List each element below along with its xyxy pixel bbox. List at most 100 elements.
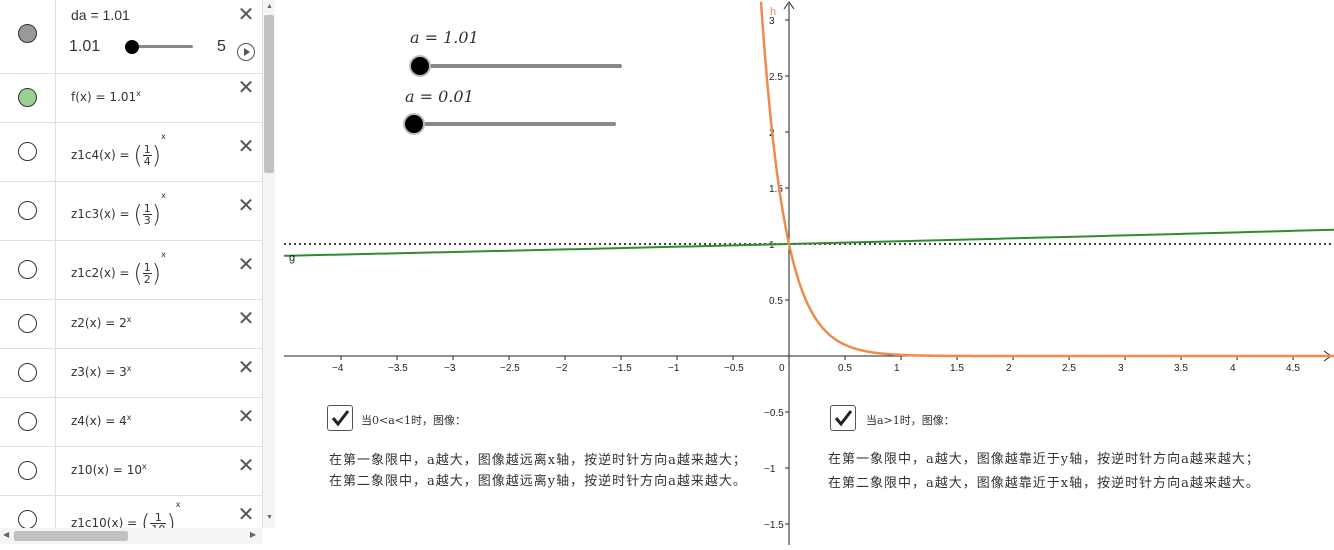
paren: ) <box>151 200 162 228</box>
exponent: x <box>142 461 147 471</box>
paren: ( <box>140 509 151 528</box>
visibility-toggle[interactable] <box>18 201 37 220</box>
fraction: 14 <box>142 142 152 168</box>
slider-handle-a1[interactable] <box>411 57 429 75</box>
checkbox-case-a-greater-1[interactable] <box>830 405 856 431</box>
slider-handle-da[interactable] <box>125 40 139 54</box>
base: 10 <box>126 462 143 477</box>
x-tick-label: −2 <box>556 363 568 374</box>
x-tick-label: −2.5 <box>500 363 520 374</box>
visibility-toggle[interactable] <box>18 363 37 382</box>
visibility-toggle[interactable] <box>18 412 37 431</box>
function-definition[interactable]: z1c10(x) = (110)x <box>71 500 180 529</box>
delete-icon[interactable]: ✕ <box>236 455 256 475</box>
function-name: z1c4(x) <box>71 147 116 162</box>
paren: ( <box>133 141 143 169</box>
algebra-row[interactable]: z1c2(x) = (1 2)x ✕ <box>0 240 262 300</box>
algebra-row[interactable]: z10(x) = 10x ✕ <box>0 446 262 496</box>
slider-track-a2[interactable] <box>412 122 616 126</box>
function-definition[interactable]: z3(x) = 3x <box>71 364 131 379</box>
checkbox-label-a-greater-1: 当a>1时，图像： <box>866 414 955 427</box>
x-tick-label: −3.5 <box>388 363 408 374</box>
x-tick-label: 2 <box>1006 363 1012 374</box>
function-definition[interactable]: z10(x) = 10x <box>71 462 147 477</box>
numerator: 1 <box>142 142 152 156</box>
function-name: z4(x) <box>71 413 102 428</box>
x-tick-label: −1 <box>668 363 680 374</box>
algebra-row[interactable]: z3(x) = 3x ✕ <box>0 348 262 398</box>
base: 2 <box>119 315 127 330</box>
denominator: 3 <box>143 213 151 227</box>
checkbox-case-a-less-1[interactable] <box>327 405 353 431</box>
curve-f[interactable] <box>283 228 1334 257</box>
scrollbar-thumb[interactable] <box>14 531 128 541</box>
x-tick-label: 1.5 <box>950 363 964 374</box>
equals-sign: = <box>109 462 127 477</box>
visibility-toggle[interactable] <box>18 314 37 333</box>
delete-icon[interactable]: ✕ <box>236 4 256 24</box>
algebra-row[interactable]: z1c10(x) = (110)x ✕ <box>0 495 262 528</box>
delete-icon[interactable]: ✕ <box>236 406 256 426</box>
numerator: 1 <box>142 260 152 274</box>
x-tick-label: 0 <box>779 363 785 374</box>
y-tick-label: −0.5 <box>764 408 784 419</box>
play-animation-icon[interactable] <box>237 43 255 61</box>
function-definition[interactable]: z1c2(x) = (1 2)x <box>71 250 166 288</box>
delete-icon[interactable]: ✕ <box>236 308 256 328</box>
denominator: 2 <box>143 272 151 286</box>
algebra-row[interactable]: f(x) = 1.01x ✕ <box>0 73 262 123</box>
scrollbar-thumb[interactable] <box>264 15 274 173</box>
graphics-view[interactable]: −4 −3.5 −3 −2.5 −2 −1.5 −1 −0.5 0 0.5 1 1.5 2 2.5 3 3.5… <box>283 0 1334 545</box>
visibility-toggle-da[interactable] <box>18 24 37 43</box>
denominator: 4 <box>143 154 151 168</box>
slider-track-a1[interactable] <box>418 64 622 68</box>
x-tick-label: −1.5 <box>612 363 632 374</box>
row-body: z1c2(x) = (1 2)x <box>55 240 262 299</box>
equals-sign: = <box>101 315 120 330</box>
algebra-row[interactable]: z2(x) = 2x ✕ <box>0 299 262 349</box>
curve-h[interactable] <box>759 1 1334 358</box>
x-tick-label: 0.5 <box>838 363 852 374</box>
algebra-row[interactable]: z1c3(x) = (1 3)x ✕ <box>0 181 262 241</box>
algebra-row[interactable]: z1c4(x) = (1 4)x ✕ <box>0 122 262 182</box>
fraction: 12 <box>142 260 152 286</box>
visibility-toggle[interactable] <box>18 260 37 279</box>
row-body: z1c3(x) = (1 3)x <box>55 181 262 240</box>
algebra-row-da[interactable]: da = 1.01 1.01 5 ✕ <box>0 0 262 74</box>
y-tick-label: 0.5 <box>769 296 783 307</box>
function-definition[interactable]: z1c3(x) = (1 3)x <box>71 191 166 229</box>
fraction: 13 <box>142 203 152 227</box>
delete-icon[interactable]: ✕ <box>236 195 256 215</box>
function-name: z1c3(x) <box>71 206 116 221</box>
visibility-toggle[interactable] <box>18 142 37 161</box>
row-body: da = 1.01 1.01 5 <box>55 0 262 73</box>
function-definition[interactable]: z1c4(x) = (1 4)x <box>71 132 166 170</box>
delete-icon[interactable]: ✕ <box>236 136 256 156</box>
algebra-row[interactable]: z4(x) = 4x ✕ <box>0 397 262 447</box>
visibility-toggle[interactable] <box>18 88 37 107</box>
paren: ) <box>151 259 162 287</box>
visibility-toggle[interactable] <box>18 510 37 528</box>
function-definition[interactable]: z4(x) = 4x <box>71 413 131 428</box>
delete-icon[interactable]: ✕ <box>236 254 256 274</box>
slider-definition-da[interactable]: da = 1.01 <box>71 7 130 23</box>
algebra-vertical-scrollbar[interactable]: ▲ ▼ <box>263 0 275 528</box>
delete-icon[interactable]: ✕ <box>236 357 256 377</box>
exponent: x <box>161 131 166 141</box>
base: 4 <box>119 413 127 428</box>
exponent: x <box>161 190 166 200</box>
note-line-4: 在第二象限中，a越大，图像越靠近于x轴，按逆时针方向a越来越大。 <box>828 476 1260 491</box>
row-body: f(x) = 1.01x <box>55 73 262 122</box>
algebra-view[interactable]: da = 1.01 1.01 5 ✕ f(x) = 1.01x ✕ z1c4(x) … <box>0 0 263 528</box>
slider-label-a2: a = 0.01 <box>405 87 474 106</box>
function-definition[interactable]: z2(x) = 2x <box>71 315 131 330</box>
function-definition[interactable]: f(x) = 1.01x <box>71 89 141 104</box>
visibility-toggle[interactable] <box>18 461 37 480</box>
slider-handle-a2[interactable] <box>405 115 423 133</box>
function-name: z3(x) <box>71 364 102 379</box>
y-tick-label: 1 <box>769 240 775 251</box>
paren: ( <box>133 259 143 287</box>
delete-icon[interactable]: ✕ <box>236 77 256 97</box>
delete-icon[interactable]: ✕ <box>236 504 256 524</box>
algebra-horizontal-scrollbar[interactable]: ◀ ▶ <box>0 528 262 544</box>
